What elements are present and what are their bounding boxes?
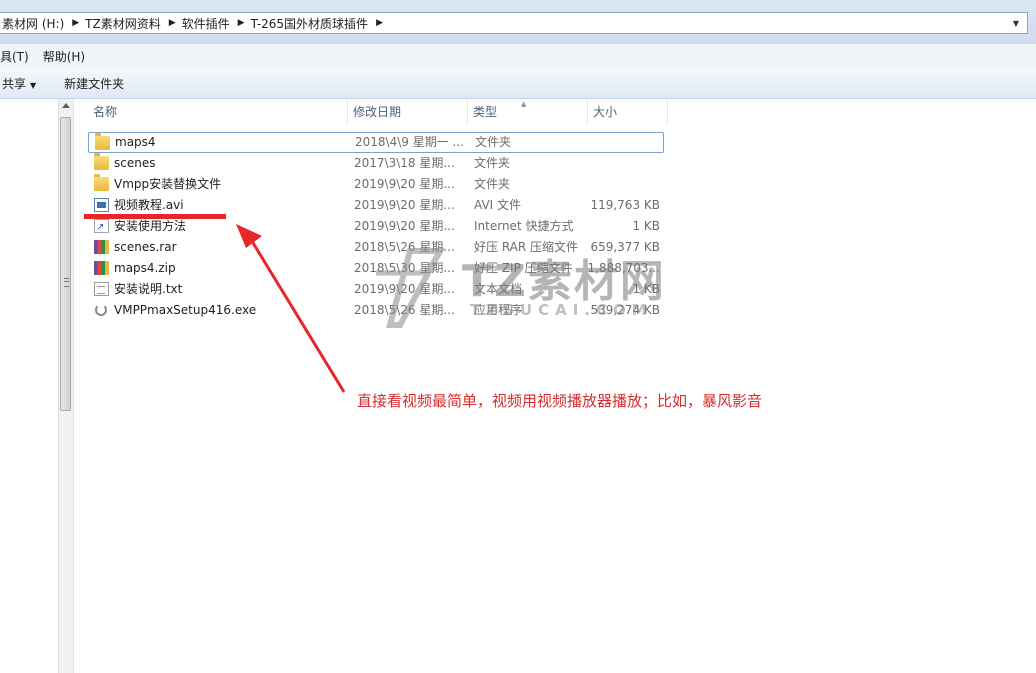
annotation-arrow-icon — [236, 224, 346, 393]
annotation-text: 直接看视频最简单，视频用视频播放器播放；比如，暴风影音 — [357, 392, 763, 410]
